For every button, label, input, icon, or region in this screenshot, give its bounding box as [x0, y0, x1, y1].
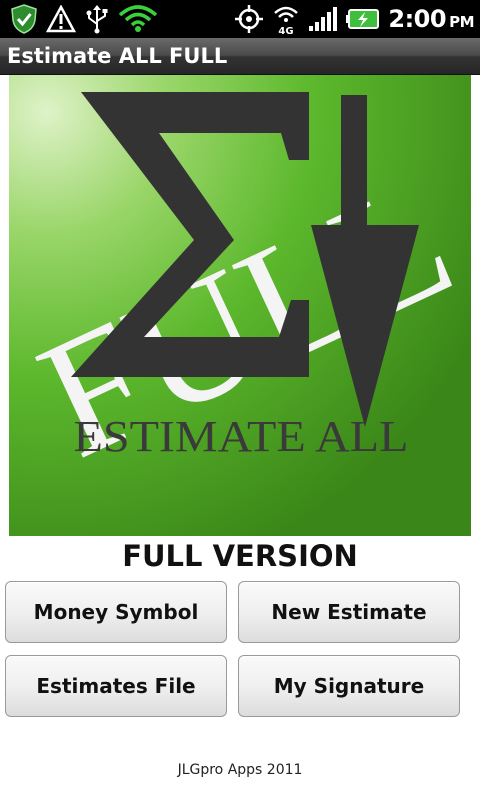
status-bar: 4G 2:00 PM — [0, 0, 480, 38]
app-title-bar: Estimate ALL FULL — [0, 38, 480, 75]
wifi-icon — [118, 5, 158, 33]
version-label: FULL VERSION — [122, 539, 358, 573]
app-title: Estimate ALL FULL — [7, 44, 228, 68]
my-signature-button[interactable]: My Signature — [238, 655, 460, 717]
cell-signal-icon — [308, 6, 338, 32]
usb-icon — [84, 4, 110, 34]
battery-charging-icon — [346, 8, 380, 30]
logo-caption: ESTIMATE ALL — [74, 412, 409, 461]
new-estimate-button[interactable]: New Estimate — [238, 581, 460, 643]
shield-check-icon — [10, 4, 38, 34]
footer-credit: JLGpro Apps 2011 — [177, 762, 303, 778]
status-time: 2:00 PM — [388, 5, 474, 33]
network-type-label: 4G — [279, 26, 294, 35]
money-symbol-button[interactable]: Money Symbol — [5, 581, 227, 643]
4g-signal-icon: 4G — [272, 3, 300, 35]
estimates-file-button[interactable]: Estimates File — [5, 655, 227, 717]
warning-icon — [46, 5, 76, 33]
status-left-icons — [10, 4, 158, 34]
status-right-icons: 4G 2:00 PM — [234, 3, 474, 35]
gps-icon — [234, 4, 264, 34]
estimate-all-logo: FULL ESTIMATE ALL — [9, 75, 471, 536]
